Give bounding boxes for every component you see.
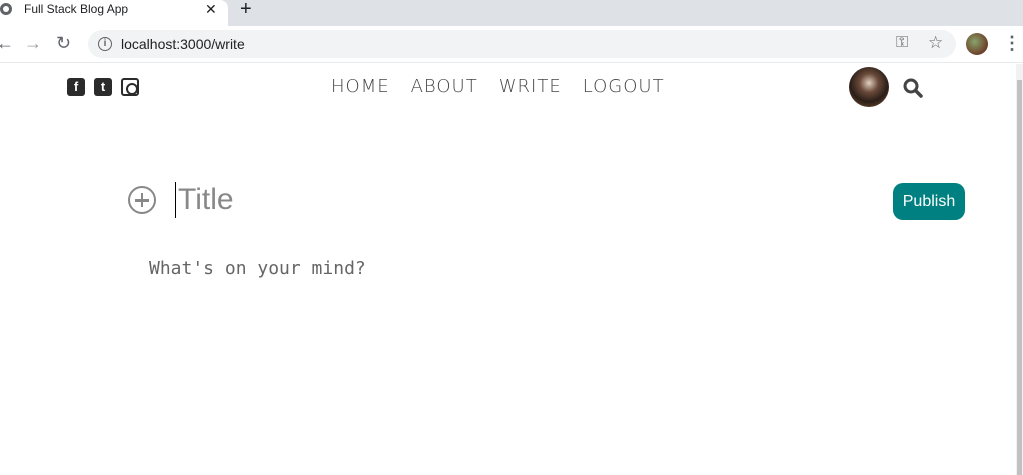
- twitter-icon[interactable]: t: [94, 78, 112, 96]
- add-image-icon[interactable]: [128, 186, 156, 214]
- search-icon[interactable]: [903, 78, 923, 98]
- publish-button[interactable]: Publish: [893, 183, 965, 220]
- browser-toolbar: ← → ↻ i localhost:3000/write ⚿ ☆ ⋮: [0, 26, 1023, 63]
- key-icon[interactable]: ⚿: [896, 34, 908, 52]
- browser-profile-avatar[interactable]: [966, 33, 988, 55]
- nav-item-about[interactable]: ABOUT: [411, 76, 478, 97]
- user-avatar[interactable]: [849, 67, 889, 107]
- info-icon[interactable]: i: [98, 37, 112, 51]
- instagram-icon[interactable]: [121, 78, 139, 96]
- scrollbar-thumb[interactable]: [1017, 80, 1022, 475]
- tab-title: Full Stack Blog App: [24, 2, 129, 16]
- star-icon[interactable]: ☆: [928, 33, 943, 53]
- social-links: f t: [67, 78, 139, 96]
- browser-menu-icon[interactable]: ⋮: [1003, 32, 1021, 54]
- title-input[interactable]: [175, 182, 875, 218]
- browser-tab[interactable]: Full Stack Blog App ✕: [0, 0, 228, 26]
- close-tab-icon[interactable]: ✕: [205, 0, 217, 18]
- browser-tab-strip: Full Stack Blog App ✕ +: [0, 0, 1023, 26]
- facebook-icon[interactable]: f: [67, 78, 85, 96]
- story-textarea[interactable]: [149, 258, 929, 398]
- nav-item-logout[interactable]: LOGOUT: [583, 76, 665, 97]
- back-icon[interactable]: ←: [0, 32, 14, 54]
- reload-icon[interactable]: ↻: [56, 32, 71, 54]
- globe-icon: [0, 3, 12, 15]
- top-nav: HOME ABOUT WRITE LOGOUT: [331, 76, 665, 97]
- url-text[interactable]: localhost:3000/write: [121, 36, 245, 52]
- nav-item-write[interactable]: WRITE: [499, 76, 562, 97]
- nav-item-home[interactable]: HOME: [331, 76, 390, 97]
- new-tab-button[interactable]: +: [240, 0, 252, 19]
- address-bar[interactable]: i localhost:3000/write ⚿ ☆: [88, 30, 956, 58]
- forward-icon[interactable]: →: [24, 32, 42, 54]
